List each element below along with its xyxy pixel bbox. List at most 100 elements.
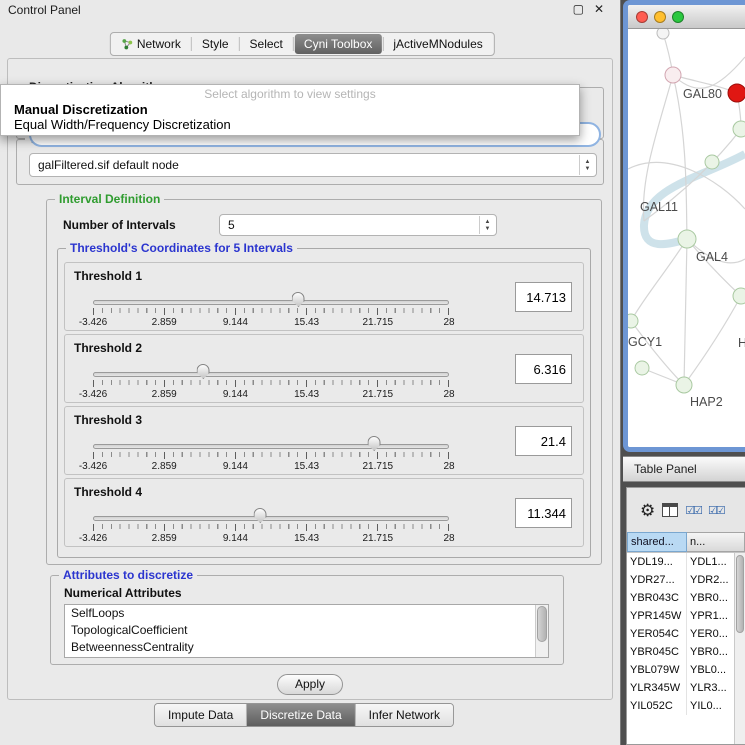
network-node[interactable] (728, 84, 745, 102)
network-node[interactable] (678, 230, 696, 248)
table-rows: YDL19...YDL1...YDR27...YDR2...YBR043CYBR… (627, 553, 745, 715)
scale-tick-label: 2.859 (152, 389, 177, 400)
control-panel-window: Control Panel ▢ ✕ NetworkStyleSelectCyni… (0, 0, 621, 745)
scale-tick-label: 15.43 (294, 461, 319, 472)
close-traffic-light-icon[interactable] (636, 11, 648, 23)
network-node-label: GCY1 (628, 335, 662, 349)
network-canvas[interactable]: GAL80GAL11GAL4GCY1HAP2H (628, 29, 745, 447)
threshold-panels: Threshold 1-3.4262.8599.14415.4321.71528… (64, 262, 584, 550)
network-node-label: GAL80 (683, 87, 722, 101)
up-arrow-icon: ▲ (485, 219, 491, 225)
network-node[interactable] (705, 155, 719, 169)
down-arrow-icon: ▼ (485, 226, 491, 232)
combo-stepper-icon[interactable]: ▲ ▼ (579, 155, 595, 175)
threshold-label: Threshold 3 (74, 413, 142, 427)
numerical-attributes-list: SelfLoopsTopologicalCoefficientBetweenne… (65, 605, 548, 656)
network-edge[interactable] (684, 239, 687, 385)
network-node[interactable] (665, 67, 681, 83)
network-edge[interactable] (631, 239, 687, 321)
network-view-window: GAL80GAL11GAL4GCY1HAP2H (623, 0, 745, 452)
close-window-icon[interactable]: ✕ (594, 2, 604, 16)
number-of-intervals-combobox[interactable]: 5 ▲ ▼ (219, 214, 497, 236)
apply-button[interactable]: Apply (277, 674, 343, 695)
table-scrollbar[interactable] (734, 553, 745, 745)
tab-network[interactable]: Network (113, 34, 190, 54)
list-scrollbar[interactable] (535, 605, 548, 657)
slider-scale: -3.4262.8599.14415.4321.71528 (93, 533, 449, 544)
network-node[interactable] (733, 288, 745, 304)
scale-tick-label: 15.43 (294, 317, 319, 328)
network-edge[interactable] (673, 57, 745, 88)
threshold-slider[interactable]: -3.4262.8599.14415.4321.71528 (93, 363, 449, 401)
slider-track (93, 444, 449, 449)
network-node[interactable] (628, 314, 638, 328)
scale-tick-label: 21.715 (363, 533, 394, 544)
tab-cyni-toolbox[interactable]: Cyni Toolbox (295, 34, 381, 54)
float-window-icon[interactable]: ▢ (573, 2, 584, 16)
scale-tick-label: 9.144 (223, 461, 248, 472)
table-row[interactable]: YBR043CYBR0... (627, 589, 745, 607)
threshold-value-field[interactable]: 11.344 (515, 498, 572, 528)
table-row[interactable]: YBL079WYBL0... (627, 661, 745, 679)
threshold-label: Threshold 4 (74, 485, 142, 499)
cell-shared-name: YDL19... (627, 553, 687, 571)
scale-tick-label: -3.426 (79, 317, 107, 328)
select-columns-checkboxes-icon[interactable]: ☑☑ (708, 504, 724, 517)
table-row[interactable]: YLR345WYLR3... (627, 679, 745, 697)
network-edge[interactable] (631, 321, 684, 385)
network-node[interactable] (635, 361, 649, 375)
column-header-shared-name[interactable]: shared... (627, 532, 687, 552)
table-toolbar: ⚙ ☑☑ ☑☑ (627, 488, 745, 532)
threshold-value-field[interactable]: 6.316 (515, 354, 572, 384)
scale-tick-label: 2.859 (152, 317, 177, 328)
slider-scale: -3.4262.8599.14415.4321.71528 (93, 461, 449, 472)
network-node[interactable] (657, 29, 669, 39)
threshold-value-field[interactable]: 21.4 (515, 426, 572, 456)
table-row[interactable]: YPR145WYPR1... (627, 607, 745, 625)
column-header-name[interactable]: n... (687, 532, 745, 552)
bottom-tab-strip: Impute DataDiscretize DataInfer Network (154, 703, 454, 727)
tab-jactivemnodules[interactable]: jActiveMNodules (384, 34, 491, 54)
attribute-list-item[interactable]: BetweennessCentrality (65, 639, 548, 656)
network-node[interactable] (733, 121, 745, 137)
popup-option[interactable]: Manual Discretization (1, 102, 579, 117)
table-row[interactable]: YDL19...YDL1... (627, 553, 745, 571)
attribute-list-item[interactable]: TopologicalCoefficient (65, 622, 548, 639)
threshold-value-field[interactable]: 14.713 (515, 282, 572, 312)
numerical-attributes-listbox[interactable]: SelfLoopsTopologicalCoefficientBetweenne… (64, 604, 549, 658)
scale-tick-label: 9.144 (223, 317, 248, 328)
table-row[interactable]: YBR045CYBR0... (627, 643, 745, 661)
tab-discretize-data[interactable]: Discretize Data (247, 704, 355, 726)
tab-style[interactable]: Style (193, 34, 238, 54)
table-scrollbar-thumb[interactable] (736, 555, 744, 633)
scale-tick-label: 28 (443, 317, 454, 328)
table-panel-header: Table Panel (623, 456, 745, 482)
list-scrollbar-thumb[interactable] (537, 606, 547, 642)
table-row[interactable]: YIL052CYIL0... (627, 697, 745, 715)
popup-option[interactable]: Equal Width/Frequency Discretization (1, 117, 579, 132)
tab-select[interactable]: Select (241, 34, 292, 54)
threshold-panel: Threshold 1-3.4262.8599.14415.4321.71528… (64, 262, 584, 331)
network-edge[interactable] (684, 296, 741, 385)
select-all-checkboxes-icon[interactable]: ☑☑ (685, 504, 701, 517)
gear-icon[interactable]: ⚙ (640, 502, 655, 519)
combo-stepper-icon[interactable]: ▲ ▼ (479, 216, 495, 234)
table-row[interactable]: YDR27...YDR2... (627, 571, 745, 589)
interval-definition-group: Interval Definition Number of Intervals … (46, 199, 602, 565)
table-data-combobox[interactable]: galFiltered.sif default node ▲ ▼ (29, 153, 597, 177)
threshold-slider[interactable]: -3.4262.8599.14415.4321.71528 (93, 291, 449, 329)
slider-scale: -3.4262.8599.14415.4321.71528 (93, 389, 449, 400)
cell-shared-name: YBR045C (627, 643, 687, 661)
table-row[interactable]: YER054CYER0... (627, 625, 745, 643)
attribute-list-item[interactable]: SelfLoops (65, 605, 548, 622)
threshold-slider[interactable]: -3.4262.8599.14415.4321.71528 (93, 435, 449, 473)
columns-icon[interactable] (662, 503, 678, 517)
network-node[interactable] (676, 377, 692, 393)
network-node-label: GAL11 (640, 200, 678, 214)
tab-impute-data[interactable]: Impute Data (155, 704, 247, 726)
threshold-slider[interactable]: -3.4262.8599.14415.4321.71528 (93, 507, 449, 545)
tab-infer-network[interactable]: Infer Network (356, 704, 453, 726)
zoom-traffic-light-icon[interactable] (672, 11, 684, 23)
network-edge[interactable] (687, 239, 741, 296)
minimize-traffic-light-icon[interactable] (654, 11, 666, 23)
